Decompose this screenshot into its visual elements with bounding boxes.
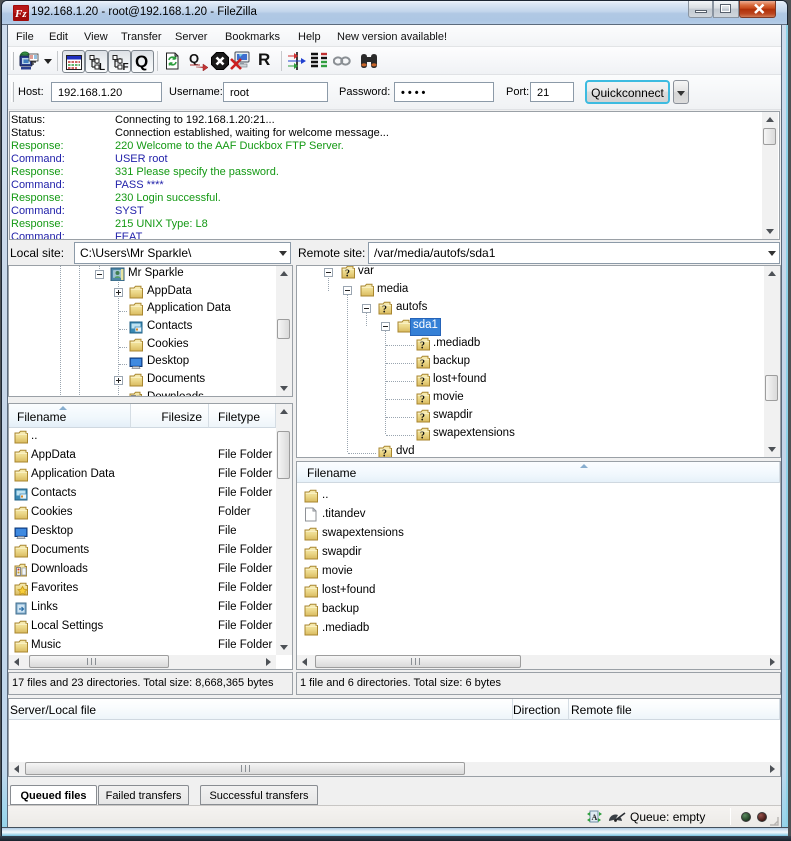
svg-text:Fz: Fz (14, 8, 27, 20)
svg-text:Q: Q (189, 51, 199, 66)
svg-text:L: L (99, 62, 105, 72)
svg-text:A: A (592, 813, 598, 822)
svg-text:F: F (123, 62, 129, 72)
